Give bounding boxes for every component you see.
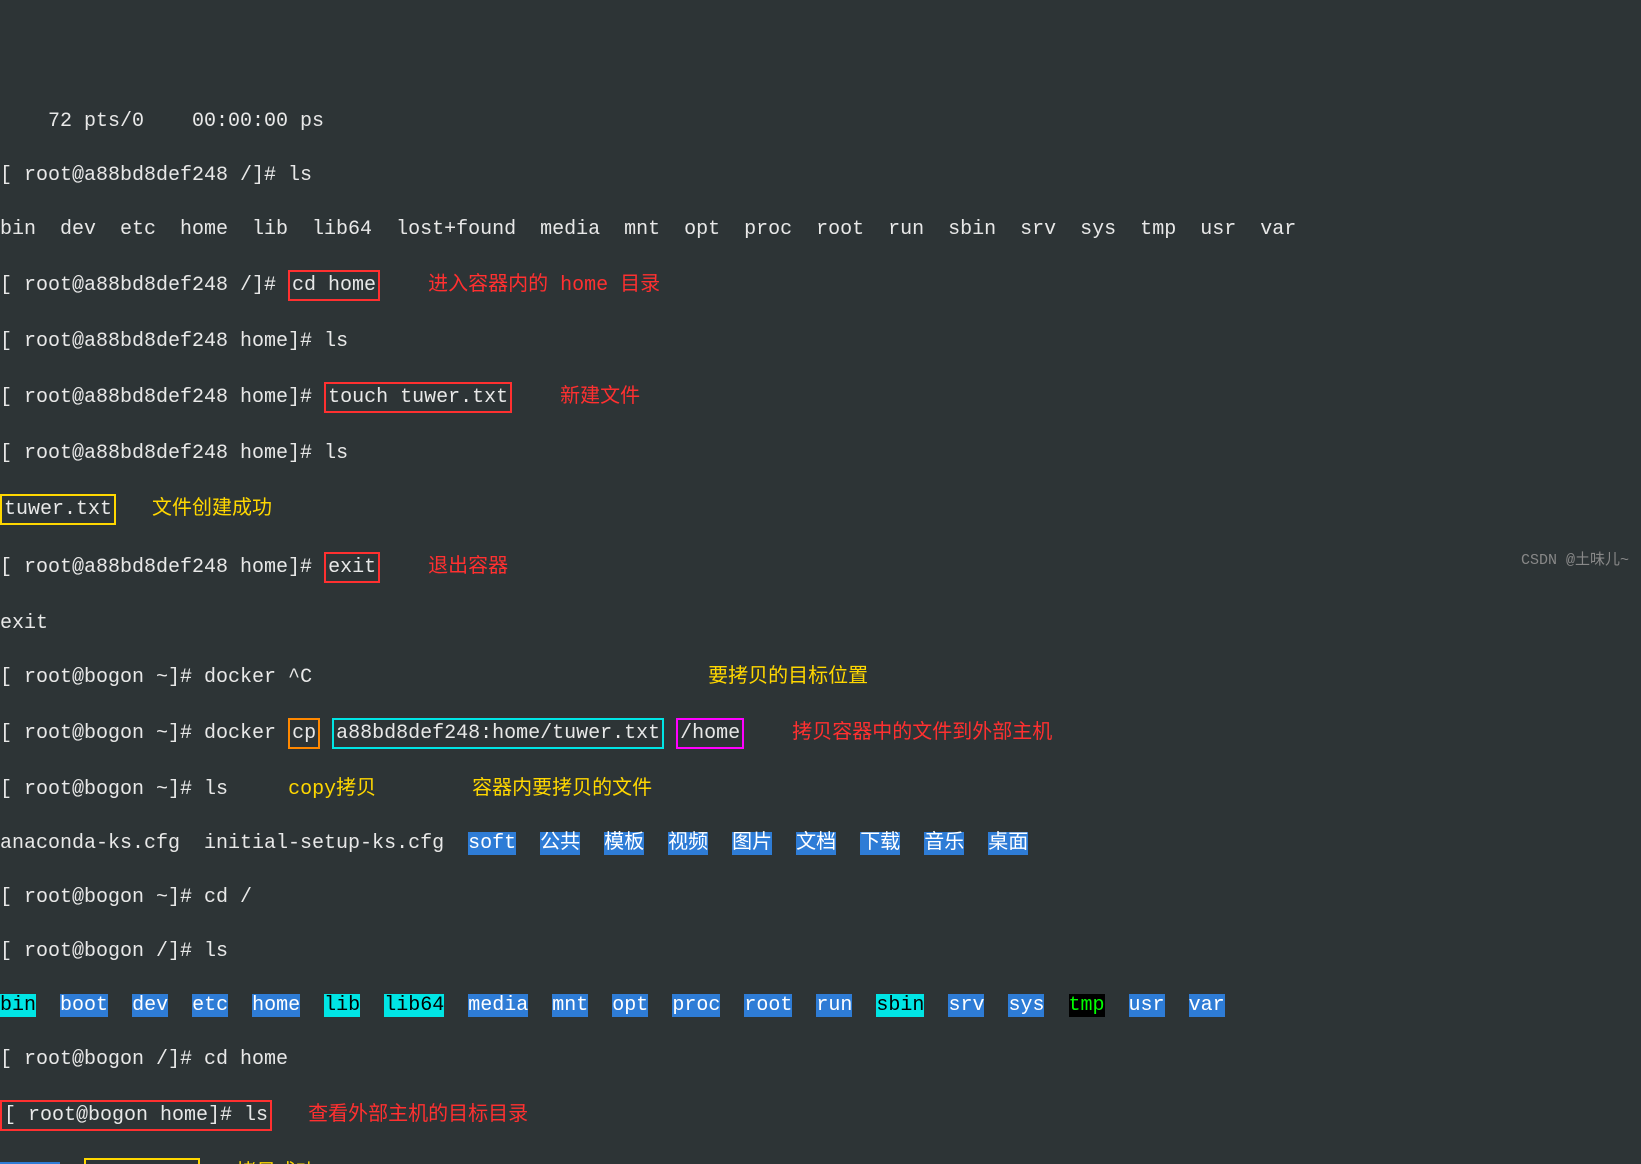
dir-sys: sys (1008, 994, 1044, 1017)
line-tuwer-txt: tuwer.txt 文件创建成功 (0, 494, 1641, 525)
dir-media: media (468, 994, 528, 1017)
line-ls-host: [ root@bogon ~]# ls copy拷贝 容器内要拷贝的文件 (0, 776, 1641, 803)
cp-dst: /home (676, 718, 744, 749)
annotation-ls-home: 查看外部主机的目标目录 (308, 1104, 528, 1127)
dir-dev: dev (132, 994, 168, 1017)
line-ls3: [ root@a88bd8def248 home]# ls (0, 440, 1641, 467)
annotation-touch: 新建文件 (560, 386, 640, 409)
annotation-copy-success: 拷贝成功 (236, 1162, 316, 1164)
line-exit-cmd: [ root@a88bd8def248 home]# exit 退出容器 (0, 552, 1641, 583)
dir-zhuomian: 桌面 (988, 832, 1028, 855)
cmd-cp: cp (288, 718, 320, 749)
dir-root: root (744, 994, 792, 1017)
dir-wendang: 文档 (796, 832, 836, 855)
dir-tuwer: tuwer (0, 1162, 60, 1164)
dir-sbin: sbin (876, 994, 924, 1017)
dir-proc: proc (672, 994, 720, 1017)
line-ls2: [ root@a88bd8def248 home]# ls (0, 328, 1641, 355)
dir-var: var (1189, 994, 1225, 1017)
dir-gong: 公共 (540, 832, 580, 855)
annotation-file-created: 文件创建成功 (152, 498, 272, 521)
dir-xiazai: 下载 (860, 832, 900, 855)
line-anaconda: anaconda-ks.cfg initial-setup-ks.cfg sof… (0, 830, 1641, 857)
annotation-cp-src-label: 容器内要拷贝的文件 (472, 778, 652, 801)
cmd-exit: exit (324, 552, 380, 583)
annotation-cp-target: 要拷贝的目标位置 (708, 666, 868, 689)
dir-lib: lib (324, 994, 360, 1017)
line-cd-home2: [ root@bogon /]# cd home (0, 1046, 1641, 1073)
prompt-ls-home: [ root@bogon home]# ls (0, 1100, 272, 1131)
cmd-cd-home: cd home (288, 270, 380, 301)
line-touch: [ root@a88bd8def248 home]# touch tuwer.t… (0, 382, 1641, 413)
dir-bin: bin (0, 994, 36, 1017)
dir-home: home (252, 994, 300, 1017)
cp-src: a88bd8def248:home/tuwer.txt (332, 718, 664, 749)
dir-lib64: lib64 (384, 994, 444, 1017)
dir-run: run (816, 994, 852, 1017)
line-cd-root: [ root@bogon ~]# cd / (0, 884, 1641, 911)
dir-mnt: mnt (552, 994, 588, 1017)
dir-tmp: tmp (1069, 994, 1105, 1017)
dir-opt: opt (612, 994, 648, 1017)
annotation-cd-home: 进入容器内的 home 目录 (428, 274, 660, 297)
line-ls-output: bin dev etc home lib lib64 lost+found me… (0, 216, 1641, 243)
dir-srv: srv (948, 994, 984, 1017)
line-cd-home: [ root@a88bd8def248 /]# cd home 进入容器内的 h… (0, 270, 1641, 301)
dir-etc: etc (192, 994, 228, 1017)
line-ls-home2: [ root@bogon home]# ls 查看外部主机的目标目录 (0, 1100, 1641, 1131)
file-tuwer-txt2: tuwer.txt (84, 1158, 200, 1164)
line-ps-output: 72 pts/0 00:00:00 ps (0, 108, 1641, 135)
file-tuwer-txt: tuwer.txt (0, 494, 116, 525)
annotation-exit: 退出容器 (428, 556, 508, 579)
line-prompt-ls: [ root@a88bd8def248 /]# ls (0, 162, 1641, 189)
dir-yinyue: 音乐 (924, 832, 964, 855)
line-exit-out: exit (0, 610, 1641, 637)
watermark: CSDN @土味儿~ (1521, 547, 1629, 574)
annotation-copy-label: copy拷贝 (288, 778, 376, 801)
line-docker-cp: [ root@bogon ~]# docker cp a88bd8def248:… (0, 718, 1641, 749)
dir-usr: usr (1129, 994, 1165, 1017)
cmd-touch: touch tuwer.txt (324, 382, 512, 413)
dir-muban: 模板 (604, 832, 644, 855)
annotation-cp-host: 拷贝容器中的文件到外部主机 (792, 722, 1052, 745)
dir-soft: soft (468, 832, 516, 855)
line-tuwer-result: tuwer tuwer.txt 拷贝成功 (0, 1158, 1641, 1164)
line-ls-root2: [ root@bogon /]# ls (0, 938, 1641, 965)
dir-tupian: 图片 (732, 832, 772, 855)
dir-boot: boot (60, 994, 108, 1017)
line-root-dirs: bin boot dev etc home lib lib64 media mn… (0, 992, 1641, 1019)
dir-shipin: 视频 (668, 832, 708, 855)
line-docker-c: [ root@bogon ~]# docker ^C 要拷贝的目标位置 (0, 664, 1641, 691)
